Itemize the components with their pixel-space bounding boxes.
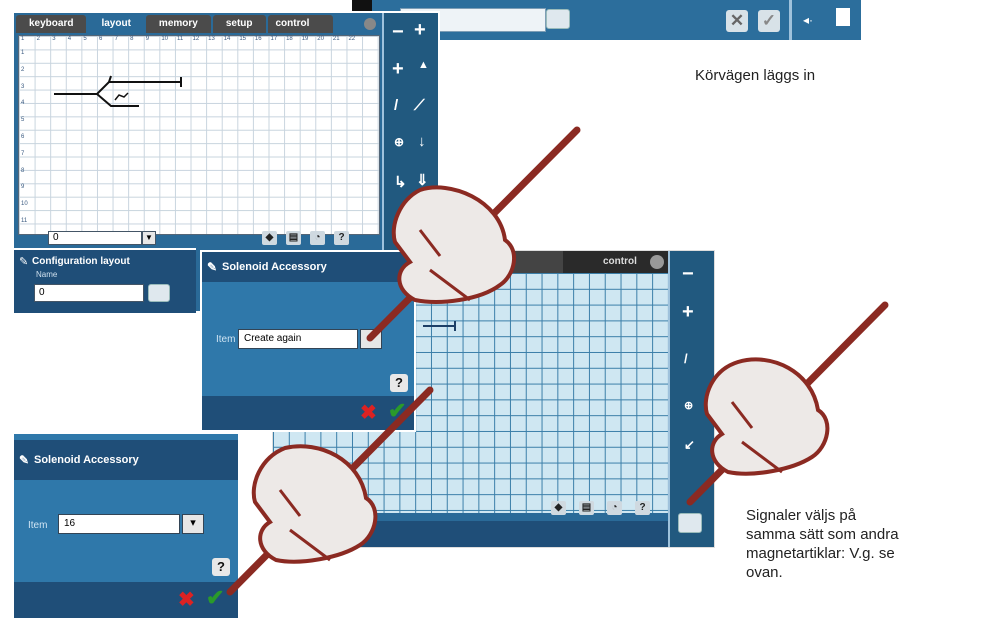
caption-line: samma sätt som andra bbox=[746, 526, 899, 543]
config-title: Configuration layout bbox=[32, 256, 130, 267]
check-icon[interactable]: ✔ bbox=[206, 585, 224, 611]
wrench-icon: ✎ bbox=[207, 260, 218, 274]
caption-line: Signaler väljs på bbox=[746, 507, 857, 524]
wrench-icon: ✎ bbox=[19, 453, 30, 467]
chevron-down-icon[interactable]: ▾ bbox=[182, 514, 204, 534]
turnout-right-icon[interactable]: ↳ bbox=[394, 173, 407, 191]
layout-grid[interactable]: 1 2 3 4 5 6 7 8 9 10 11 12 13 14 15 16 17 18 19 20 21 22 1234… bbox=[18, 35, 380, 235]
turnout-down-icon[interactable]: ↓ bbox=[418, 133, 426, 150]
tool-column: − + / ⊕ ↙ bbox=[668, 251, 714, 547]
item-label: Item bbox=[28, 520, 48, 531]
item-select[interactable]: Create again bbox=[238, 329, 358, 349]
item-select[interactable]: 16 bbox=[58, 514, 180, 534]
curve-left-icon[interactable]: ↙ bbox=[394, 211, 407, 229]
dialog-footer: ✖ ✔ bbox=[202, 396, 414, 430]
plus-icon[interactable]: + bbox=[682, 301, 694, 324]
chevron-down-icon[interactable]: ▾ bbox=[360, 329, 382, 349]
config-section: ✎ Configuration layout Name 0 bbox=[14, 248, 196, 313]
caption-bottom-right: Signaler väljs på samma sätt som andra m… bbox=[746, 506, 899, 582]
caption-line: ovan. bbox=[746, 564, 783, 581]
eraser-icon[interactable]: ◆ bbox=[262, 231, 277, 245]
close-icon[interactable]: ✖ bbox=[360, 400, 377, 425]
check-icon[interactable]: ✓ bbox=[758, 10, 780, 32]
control-knob-icon[interactable] bbox=[364, 18, 376, 30]
check-icon[interactable]: ✔ bbox=[388, 398, 406, 424]
dialog-title: Solenoid Accessory bbox=[222, 261, 327, 273]
tab-layout[interactable]: layout bbox=[88, 15, 144, 33]
arrow-icon[interactable]: ◂· bbox=[803, 13, 813, 27]
signal-icon[interactable]: ▲ bbox=[418, 59, 429, 71]
close-icon[interactable]: ✕ bbox=[726, 10, 748, 32]
help-icon[interactable]: ? bbox=[390, 374, 408, 392]
uncoupler-icon[interactable]: ⊕ bbox=[394, 135, 404, 149]
settings-icon[interactable]: ◔ bbox=[310, 231, 325, 245]
top-screen-strip-right bbox=[789, 0, 861, 40]
chevron-down-icon[interactable]: ▼ bbox=[142, 231, 156, 245]
diagonal-track-icon[interactable]: / bbox=[394, 97, 398, 114]
help-icon[interactable]: ? bbox=[334, 231, 349, 245]
plus-icon[interactable]: + bbox=[414, 19, 426, 42]
turnout-icon[interactable]: ↙ bbox=[684, 437, 695, 453]
track-drawing bbox=[54, 75, 182, 107]
keyboard-icon[interactable] bbox=[546, 9, 570, 29]
tab-control[interactable]: control bbox=[267, 15, 334, 33]
tab-memory[interactable]: memory bbox=[145, 15, 211, 33]
solenoid-dialog: ✎ Solenoid Accessory Item Create again ▾… bbox=[200, 250, 416, 432]
accessory-icon[interactable] bbox=[836, 8, 850, 26]
caption-line: magnetartiklar: V.g. se bbox=[746, 545, 895, 562]
crossing-icon[interactable]: + bbox=[392, 58, 404, 81]
page-icon[interactable]: ▤ bbox=[579, 501, 594, 515]
minus-icon[interactable]: − bbox=[392, 21, 404, 44]
wrench-icon: ✎ bbox=[19, 256, 29, 268]
eraser-icon[interactable]: ◆ bbox=[551, 501, 566, 515]
tab-control[interactable]: control bbox=[603, 256, 637, 267]
item-label: Item bbox=[216, 334, 236, 345]
footer-bar bbox=[273, 521, 668, 547]
tab-setup[interactable]: setup bbox=[212, 15, 266, 33]
diagonal-track-icon[interactable]: / bbox=[684, 351, 688, 366]
settings-icon[interactable]: ◔ bbox=[607, 501, 622, 515]
minus-icon[interactable]: − bbox=[682, 263, 694, 286]
dialog-header: ✎ Solenoid Accessory bbox=[14, 440, 238, 480]
caption-top-right: Körvägen läggs in bbox=[695, 67, 816, 84]
curve-track-icon[interactable]: ⟋ bbox=[414, 97, 425, 114]
page-icon[interactable]: ▤ bbox=[286, 231, 301, 245]
track-segment bbox=[423, 321, 456, 331]
keyboard-icon[interactable] bbox=[148, 284, 170, 302]
dialog-footer: ✖ ✔ bbox=[14, 582, 238, 618]
solenoid-dialog-small: ✎ Solenoid Accessory Item 16 ▾ ? ✖ ✔ bbox=[12, 432, 240, 620]
keyboard-icon[interactable] bbox=[678, 513, 702, 533]
config-name-label: Name bbox=[36, 270, 58, 279]
double-turnout-icon[interactable]: ⇓ bbox=[416, 171, 429, 189]
dialog-header: ✎ Solenoid Accessory bbox=[202, 252, 414, 282]
layout-select[interactable]: 0 bbox=[48, 231, 142, 245]
close-icon[interactable]: ✖ bbox=[178, 587, 195, 612]
config-name-input[interactable]: 0 bbox=[34, 284, 144, 302]
help-icon[interactable]: ? bbox=[212, 558, 230, 576]
control-knob-icon[interactable] bbox=[650, 255, 664, 269]
uncoupler-icon[interactable]: ⊕ bbox=[684, 399, 693, 412]
help-icon[interactable]: ? bbox=[635, 501, 650, 515]
tab-bar: keyboard layout memory setup control bbox=[16, 15, 334, 33]
dialog-title: Solenoid Accessory bbox=[34, 454, 139, 466]
tab-keyboard[interactable]: keyboard bbox=[16, 15, 87, 33]
hand-stylus-icon bbox=[686, 301, 889, 506]
